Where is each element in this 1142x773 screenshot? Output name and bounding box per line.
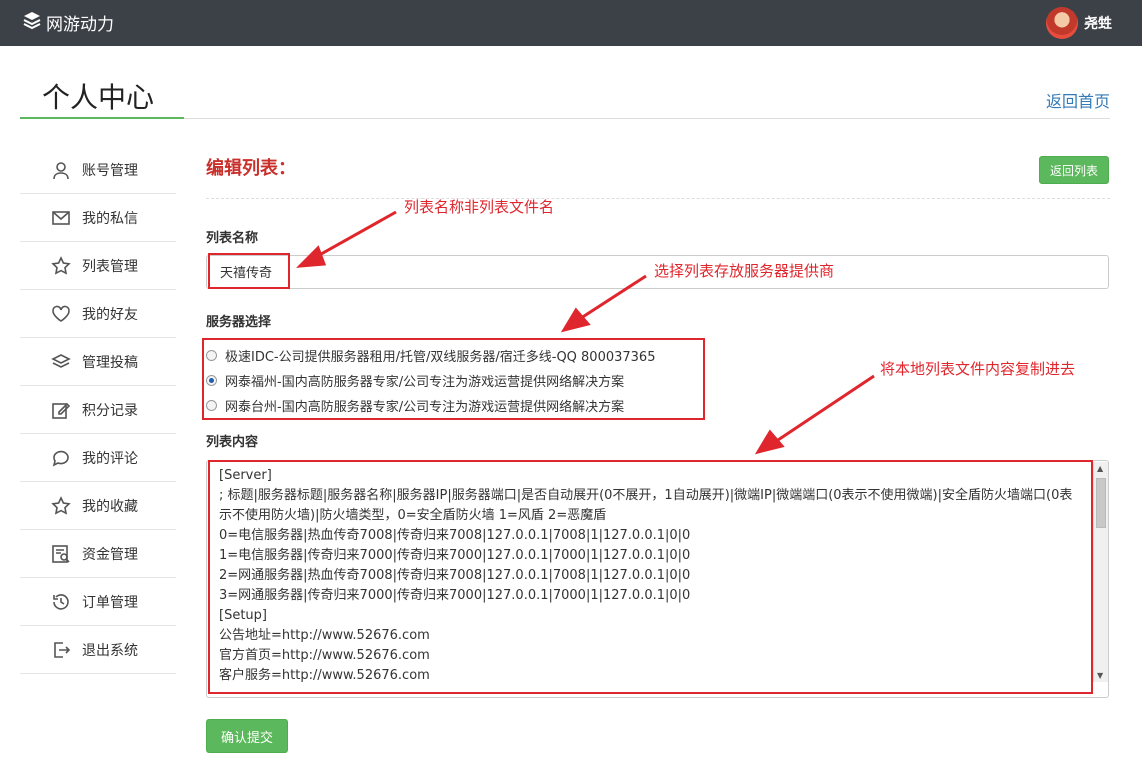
layers-icon <box>50 351 72 373</box>
arrow-head <box>754 429 785 455</box>
username: 尧甡 <box>1084 16 1112 32</box>
radio-button[interactable] <box>206 350 217 361</box>
back-to-list-button[interactable]: 返回列表 <box>1039 156 1109 184</box>
scroll-thumb[interactable] <box>1096 478 1106 528</box>
annotation-content: 将本地列表文件内容复制进去 <box>880 360 1076 378</box>
annotation-server: 选择列表存放服务器提供商 <box>654 262 835 280</box>
layers-logo-icon <box>22 10 42 35</box>
server-option-label: 网泰福州-国内高防服务器专家/公司专注为游戏运营提供网络解决方案 <box>225 375 625 390</box>
history-icon <box>50 591 72 613</box>
brand-logo[interactable]: 网游动力 <box>22 10 114 35</box>
top-navbar: 网游动力 尧甡 <box>0 0 1142 46</box>
sidebar: 账号管理 我的私信 列表管理 我的好友 管理投稿 积分记录 我的评论 我的收藏 … <box>20 146 176 674</box>
sidebar-item-account[interactable]: 账号管理 <box>20 146 176 194</box>
logout-icon <box>50 639 72 661</box>
textarea-scrollbar[interactable]: ▲ ▼ <box>1093 462 1108 682</box>
sidebar-item-points[interactable]: 积分记录 <box>20 386 176 434</box>
list-content-label: 列表内容 <box>206 435 259 450</box>
finance-icon <box>50 543 72 565</box>
server-select-label: 服务器选择 <box>206 315 272 330</box>
sidebar-item-friends[interactable]: 我的好友 <box>20 290 176 338</box>
sidebar-item-label: 列表管理 <box>82 258 138 275</box>
star-icon <box>50 495 72 517</box>
server-option-2[interactable]: 网泰福州-国内高防服务器专家/公司专注为游戏运营提供网络解决方案 <box>206 371 624 390</box>
arrow-to-content <box>771 374 875 446</box>
sidebar-item-label: 管理投稿 <box>82 354 138 371</box>
server-option-label: 极速IDC-公司提供服务器租用/托管/双线服务器/宿迁多线-QQ 8000373… <box>225 350 656 365</box>
comment-icon <box>50 447 72 469</box>
annotation-list-name: 列表名称非列表文件名 <box>404 198 555 216</box>
sidebar-item-messages[interactable]: 我的私信 <box>20 194 176 242</box>
scroll-down-arrow-icon[interactable]: ▼ <box>1097 671 1103 680</box>
avatar[interactable] <box>1046 7 1078 39</box>
server-option-3[interactable]: 网泰台州-国内高防服务器专家/公司专注为游戏运营提供网络解决方案 <box>206 396 624 415</box>
star-icon <box>50 255 72 277</box>
page-title: 个人中心 <box>42 81 155 114</box>
sidebar-item-label: 我的私信 <box>82 210 138 227</box>
sidebar-item-favorites[interactable]: 我的收藏 <box>20 482 176 530</box>
sidebar-item-label: 我的评论 <box>82 450 138 467</box>
list-name-label: 列表名称 <box>206 231 259 246</box>
user-icon <box>50 159 72 181</box>
arrow-to-name <box>313 210 397 260</box>
mail-icon <box>50 207 72 229</box>
sidebar-item-lists[interactable]: 列表管理 <box>20 242 176 290</box>
home-link[interactable]: 返回首页 <box>1046 88 1110 112</box>
sidebar-item-orders[interactable]: 订单管理 <box>20 578 176 626</box>
brand-name: 网游动力 <box>46 15 114 35</box>
heart-icon <box>50 303 72 325</box>
sidebar-item-logout[interactable]: 退出系统 <box>20 626 176 674</box>
sidebar-item-label: 账号管理 <box>82 162 138 179</box>
server-option-label: 网泰台州-国内高防服务器专家/公司专注为游戏运营提供网络解决方案 <box>225 400 625 415</box>
arrow-head <box>560 307 591 333</box>
radio-button-selected[interactable] <box>206 375 217 386</box>
submit-button[interactable]: 确认提交 <box>206 719 288 753</box>
user-menu[interactable]: 尧甡 <box>1046 7 1112 39</box>
section-divider <box>206 198 1110 199</box>
sidebar-item-submissions[interactable]: 管理投稿 <box>20 338 176 386</box>
section-title: 编辑列表： <box>206 158 296 179</box>
server-option-1[interactable]: 极速IDC-公司提供服务器租用/托管/双线服务器/宿迁多线-QQ 8000373… <box>206 346 655 365</box>
content-highlight-box <box>208 460 1093 694</box>
sidebar-item-label: 退出系统 <box>82 642 138 659</box>
scroll-up-arrow-icon[interactable]: ▲ <box>1097 464 1103 473</box>
sidebar-item-finance[interactable]: 资金管理 <box>20 530 176 578</box>
sidebar-item-comments[interactable]: 我的评论 <box>20 434 176 482</box>
sidebar-item-label: 资金管理 <box>82 546 138 563</box>
edit-icon <box>50 399 72 421</box>
sidebar-item-label: 积分记录 <box>82 402 138 419</box>
title-underline <box>20 117 184 119</box>
sidebar-item-label: 我的收藏 <box>82 498 138 515</box>
radio-button[interactable] <box>206 400 217 411</box>
sidebar-item-label: 我的好友 <box>82 306 138 323</box>
sidebar-item-label: 订单管理 <box>82 594 138 611</box>
